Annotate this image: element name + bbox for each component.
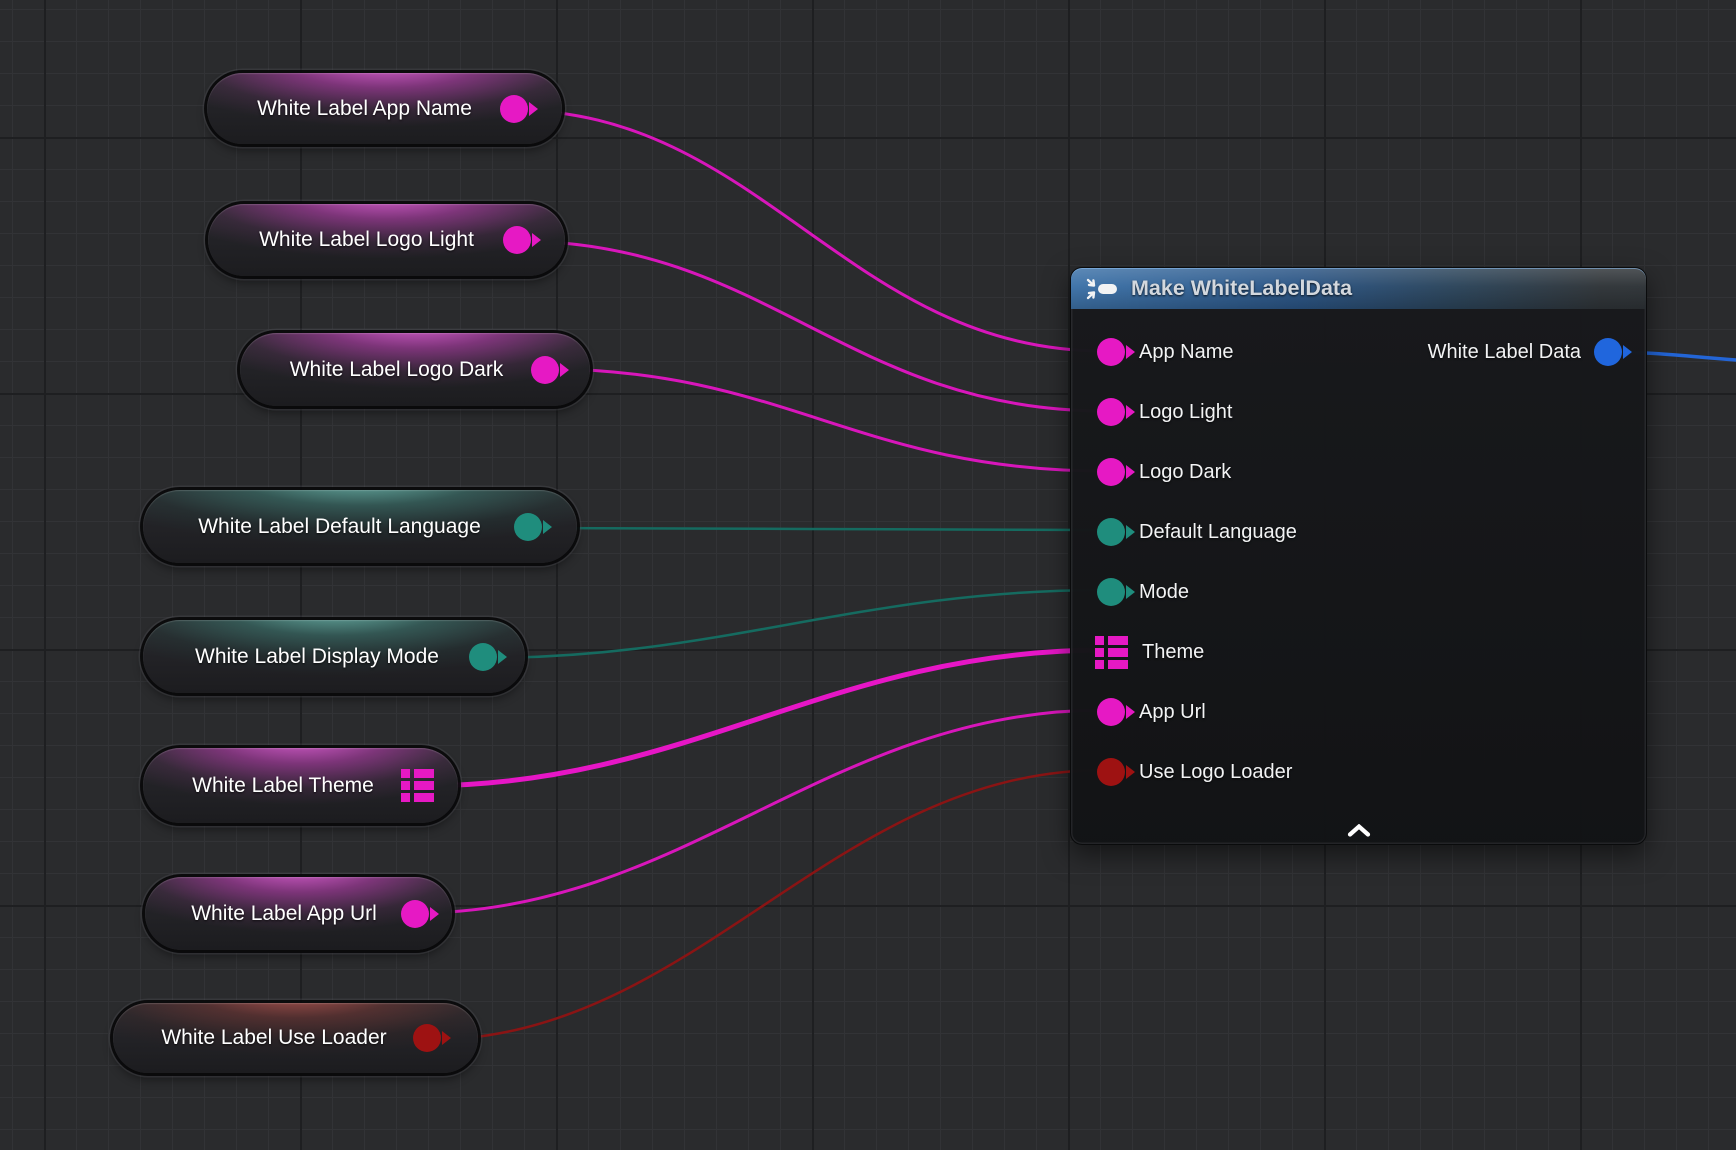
variable-label: White Label Use Loader	[135, 1026, 413, 1050]
pin-label: Logo Light	[1139, 401, 1232, 424]
collapse-node-button[interactable]	[1344, 822, 1374, 838]
enum-output-pin[interactable]	[469, 643, 497, 671]
make-struct-icon	[1085, 277, 1119, 301]
node-get-white-label-app-name[interactable]: White Label App Name	[207, 73, 562, 144]
enum-input-pin[interactable]	[1097, 518, 1125, 546]
pin-label: Logo Dark	[1139, 461, 1231, 484]
wire-display-mode[interactable]	[483, 590, 1105, 658]
pin-label: App Name	[1139, 341, 1234, 364]
pin-label: App Url	[1139, 701, 1206, 724]
blueprint-graph-canvas[interactable]: White Label App Name White Label Logo Li…	[0, 0, 1736, 1150]
variable-label: White Label App Name	[229, 97, 500, 121]
pin-row-mode: Mode	[1071, 562, 1646, 622]
node-get-white-label-display-mode[interactable]: White Label Display Mode	[143, 620, 525, 693]
wire-theme[interactable]	[420, 650, 1105, 786]
variable-label: White Label Default Language	[165, 515, 514, 539]
pin-label: Use Logo Loader	[1139, 761, 1292, 784]
wire-app-url[interactable]	[415, 710, 1105, 913]
string-output-pin[interactable]	[500, 95, 528, 123]
variable-label: White Label Display Mode	[165, 645, 469, 669]
node-get-white-label-app-url[interactable]: White Label App Url	[145, 877, 452, 950]
struct-grid-output-pin[interactable]	[401, 769, 434, 802]
string-input-pin[interactable]	[1097, 458, 1125, 486]
pin-row-logo-light: Logo Light	[1071, 382, 1646, 442]
pin-label: Theme	[1142, 641, 1204, 664]
variable-label: White Label Logo Light	[230, 228, 503, 252]
bool-output-pin[interactable]	[413, 1024, 441, 1052]
string-input-pin[interactable]	[1097, 698, 1125, 726]
pin-row-default-language: Default Language	[1071, 502, 1646, 562]
variable-label: White Label Theme	[165, 774, 401, 798]
node-get-white-label-default-language[interactable]: White Label Default Language	[143, 490, 577, 563]
pin-label: Mode	[1139, 581, 1189, 604]
pin-row-app-url: App Url	[1071, 682, 1646, 742]
pin-row-use-logo-loader: Use Logo Loader	[1071, 742, 1646, 802]
chevron-up-icon	[1347, 824, 1371, 837]
pin-label: White Label Data	[1428, 341, 1581, 364]
input-pin-list: App Name Logo Light Logo Dark Default La…	[1071, 309, 1646, 802]
wire-logo-dark[interactable]	[545, 369, 1105, 471]
pin-row-theme: Theme	[1071, 622, 1646, 682]
wire-logo-light[interactable]	[517, 241, 1105, 411]
string-output-pin[interactable]	[531, 356, 559, 384]
pin-row-white-label-data: White Label Data	[1428, 338, 1622, 366]
node-get-white-label-use-loader[interactable]: White Label Use Loader	[113, 1003, 478, 1073]
enum-output-pin[interactable]	[514, 513, 542, 541]
variable-label: White Label Logo Dark	[262, 358, 531, 382]
enum-input-pin[interactable]	[1097, 578, 1125, 606]
pin-label: Default Language	[1139, 521, 1297, 544]
node-get-white-label-logo-light[interactable]: White Label Logo Light	[208, 204, 565, 276]
node-header[interactable]: Make WhiteLabelData	[1071, 268, 1646, 309]
bool-input-pin[interactable]	[1097, 758, 1125, 786]
wire-use-loader[interactable]	[427, 770, 1105, 1040]
node-get-white-label-theme[interactable]: White Label Theme	[143, 748, 458, 823]
variable-label: White Label App Url	[167, 902, 401, 926]
node-make-whitelabeldata[interactable]: Make WhiteLabelData App Name Logo Light …	[1070, 267, 1647, 845]
string-input-pin[interactable]	[1097, 338, 1125, 366]
wire-app-name[interactable]	[512, 110, 1105, 351]
node-get-white-label-logo-dark[interactable]: White Label Logo Dark	[240, 333, 590, 406]
struct-grid-input-pin[interactable]	[1095, 636, 1128, 669]
string-input-pin[interactable]	[1097, 398, 1125, 426]
string-output-pin[interactable]	[401, 900, 429, 928]
node-title: Make WhiteLabelData	[1131, 276, 1352, 301]
wire-default-language[interactable]	[528, 528, 1105, 530]
string-output-pin[interactable]	[503, 226, 531, 254]
struct-output-pin[interactable]	[1594, 338, 1622, 366]
pin-row-logo-dark: Logo Dark	[1071, 442, 1646, 502]
